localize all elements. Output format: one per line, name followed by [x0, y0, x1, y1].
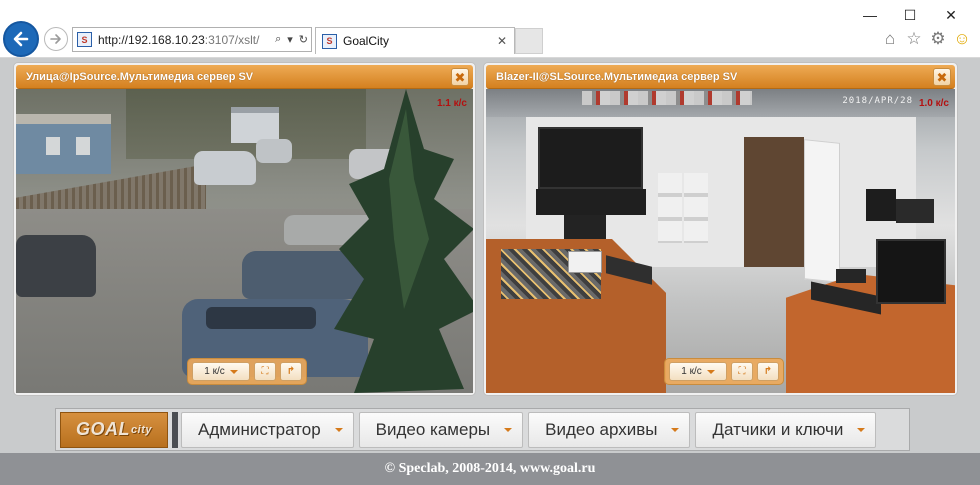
- feedback-smiley-icon[interactable]: ☺: [951, 28, 973, 50]
- chevron-down-icon: [334, 427, 343, 432]
- menu-item-label: Датчики и ключи: [712, 419, 844, 439]
- arrow-left-icon: [13, 31, 29, 47]
- frame-rate-select[interactable]: 1 к/с: [669, 362, 727, 381]
- chevron-down-icon: [857, 427, 866, 432]
- goalcity-logo[interactable]: GOAL city: [60, 411, 168, 448]
- favorites-star-icon[interactable]: ☆: [903, 28, 925, 50]
- chevron-down-icon: [671, 427, 680, 432]
- menu-item-video-cameras[interactable]: Видео камеры: [358, 411, 524, 448]
- chevron-down-icon: [504, 427, 513, 432]
- camera-title: Blazer-II@SLSource.Мультимедиа сервер SV: [496, 70, 738, 83]
- main-navigation: GOAL city Администратор Видео камеры Виде…: [55, 408, 910, 451]
- camera-panel-street: Улица@IpSource.Мультимедиа сервер SV ✖ 1…: [13, 62, 476, 396]
- ptz-icon[interactable]: ↱: [280, 362, 302, 381]
- search-icon[interactable]: ⌕: [275, 33, 281, 46]
- tab-title: GoalCity: [343, 34, 390, 48]
- logo-suffix: city: [131, 423, 152, 436]
- frame-rate-value: 1 к/с: [204, 366, 225, 377]
- camera-osd-timestamp: 2018/APR/28: [842, 96, 913, 106]
- copyright-text: © Speclab, 2008-2014, www.goal.ru: [384, 461, 596, 476]
- chevron-down-icon[interactable]: ▾: [287, 33, 293, 46]
- address-url[interactable]: http://192.168.10.23:3107/xslt/: [98, 33, 272, 47]
- close-camera-button[interactable]: ✖: [451, 68, 469, 86]
- forward-button[interactable]: [44, 27, 68, 51]
- ptz-icon[interactable]: ↱: [757, 362, 779, 381]
- menu-item-label: Видео камеры: [375, 419, 491, 439]
- close-window-button[interactable]: ✕: [936, 4, 966, 26]
- menu-item-label: Видео архивы: [545, 419, 658, 439]
- page-footer: © Speclab, 2008-2014, www.goal.ru: [0, 453, 980, 485]
- camera-fps-label: 1.1 к/с: [436, 98, 467, 109]
- fullscreen-icon[interactable]: ⛶: [731, 362, 753, 381]
- camera-panel-header: Blazer-II@SLSource.Мультимедиа сервер SV…: [486, 65, 955, 89]
- close-camera-button[interactable]: ✖: [933, 68, 951, 86]
- url-host: http://192.168.10.23: [98, 32, 205, 47]
- menu-item-sensors-keys[interactable]: Датчики и ключи: [695, 411, 877, 448]
- browser-chrome: — ☐ ✕ S http://192.168.10.23:3107/xslt/ …: [0, 0, 980, 58]
- minimize-button[interactable]: —: [855, 4, 885, 26]
- maximize-button[interactable]: ☐: [895, 4, 925, 26]
- new-tab-button[interactable]: [515, 28, 543, 54]
- menu-item-administrator[interactable]: Администратор: [181, 411, 354, 448]
- camera-feed-office[interactable]: 1.0 к/с 2018/APR/28 1 к/с ⛶ ↱: [486, 89, 955, 393]
- nav-divider: [172, 411, 178, 448]
- camera-panel-office: Blazer-II@SLSource.Мультимедиа сервер SV…: [483, 62, 958, 396]
- office-scene-image: 1.0 к/с 2018/APR/28: [486, 89, 955, 393]
- arrow-right-icon: [50, 34, 61, 44]
- camera-fps-label: 1.0 к/с: [918, 98, 949, 109]
- chevron-down-icon: [229, 369, 238, 374]
- fullscreen-icon[interactable]: ⛶: [254, 362, 276, 381]
- camera-title: Улица@IpSource.Мультимедиа сервер SV: [26, 70, 254, 83]
- chevron-down-icon: [706, 369, 715, 374]
- refresh-icon[interactable]: ↻: [299, 33, 308, 46]
- camera-panel-header: Улица@IpSource.Мультимедиа сервер SV ✖: [16, 65, 473, 89]
- camera-control-bar: 1 к/с ⛶ ↱: [664, 358, 784, 385]
- home-icon[interactable]: ⌂: [879, 28, 901, 50]
- menu-item-label: Администратор: [198, 419, 321, 439]
- street-scene-image: 1.1 к/с: [16, 89, 473, 393]
- frame-rate-value: 1 к/с: [681, 366, 702, 377]
- address-bar[interactable]: S http://192.168.10.23:3107/xslt/ ⌕ ▾ ↻: [72, 27, 312, 52]
- tab-favicon-icon: S: [322, 33, 337, 49]
- tab-close-icon[interactable]: ✕: [497, 34, 507, 48]
- pine-tree-icon: [334, 89, 473, 393]
- menu-item-video-archives[interactable]: Видео архивы: [528, 411, 691, 448]
- url-path: :3107/xslt/: [204, 32, 260, 47]
- frame-rate-select[interactable]: 1 к/с: [192, 362, 250, 381]
- browser-tab[interactable]: S GoalCity ✕: [315, 27, 515, 54]
- logo-text: GOAL: [76, 419, 131, 439]
- settings-gear-icon[interactable]: ⚙: [927, 28, 949, 50]
- back-button[interactable]: [3, 21, 39, 57]
- site-favicon-icon: S: [77, 32, 92, 47]
- camera-feed-street[interactable]: 1.1 к/с 1 к/с ⛶ ↱: [16, 89, 473, 393]
- camera-control-bar: 1 к/с ⛶ ↱: [187, 358, 307, 385]
